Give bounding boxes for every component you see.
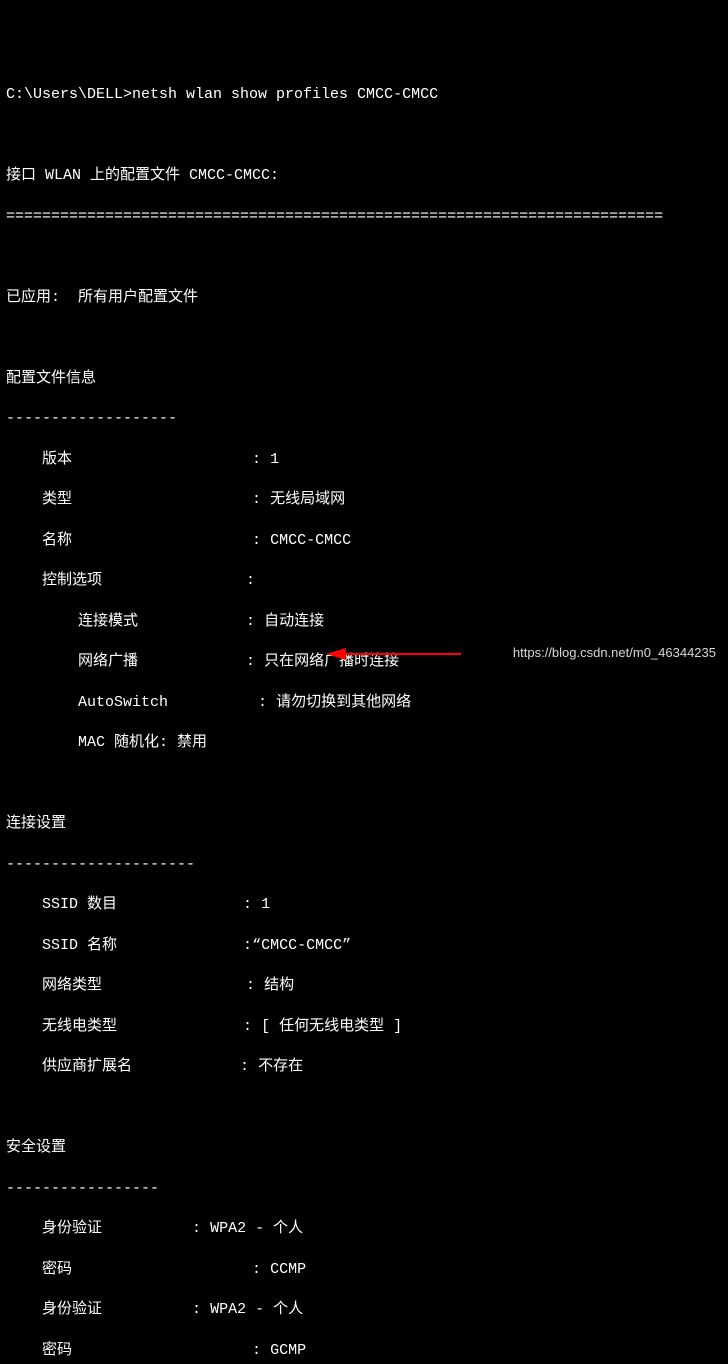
ssid-name-value: “CMCC-CMCC”: [252, 937, 351, 954]
conn-mode-label: 连接模式: [78, 613, 138, 630]
command-prompt: C:\Users\DELL>netsh wlan show profiles C…: [6, 85, 722, 105]
version-label: 版本: [42, 451, 72, 468]
security-title: 安全设置: [6, 1138, 722, 1158]
conn-settings-title: 连接设置: [6, 814, 722, 834]
radio-row: 无线电类型 : [ 任何无线电类型 ]: [6, 1017, 722, 1037]
type-label: 类型: [42, 491, 72, 508]
blank-line: [6, 1098, 722, 1118]
security-dash: -----------------: [6, 1179, 722, 1199]
mac-row: MAC 随机化: 禁用: [6, 733, 722, 753]
auth2-value: WPA2 - 个人: [210, 1301, 303, 1318]
vendor-value: 不存在: [258, 1058, 303, 1075]
ctrl-row: 控制选项 :: [6, 571, 722, 591]
vendor-label: 供应商扩展名: [42, 1058, 132, 1075]
ssid-count-row: SSID 数目 : 1: [6, 895, 722, 915]
radio-label: 无线电类型: [42, 1018, 117, 1035]
ssid-count-label: SSID 数目: [42, 896, 117, 913]
cipher2-label: 密码: [42, 1342, 72, 1359]
blank-line: [6, 774, 722, 794]
blank-line: [6, 126, 722, 146]
blank-line: [6, 247, 722, 267]
cipher2-row: 密码 : GCMP: [6, 1341, 722, 1361]
ssid-name-label: SSID 名称: [42, 937, 117, 954]
arrow-icon: [326, 644, 466, 664]
version-value: 1: [270, 451, 279, 468]
cipher1-value: CCMP: [270, 1261, 306, 1278]
autoswitch-value: 请勿切换到其他网络: [276, 694, 411, 711]
cipher2-value: GCMP: [270, 1342, 306, 1359]
cipher1-row: 密码 : CCMP: [6, 1260, 722, 1280]
autoswitch-row: AutoSwitch : 请勿切换到其他网络: [6, 693, 722, 713]
ssid-count-value: 1: [261, 896, 270, 913]
vendor-row: 供应商扩展名 : 不存在: [6, 1057, 722, 1077]
ssid-name-row: SSID 名称 :“CMCC-CMCC”: [6, 936, 722, 956]
cipher1-label: 密码: [42, 1261, 72, 1278]
ctrl-label: 控制选项: [42, 572, 102, 589]
auth1-row: 身份验证 : WPA2 - 个人: [6, 1219, 722, 1239]
name-label: 名称: [42, 532, 72, 549]
type-value: 无线局域网: [270, 491, 345, 508]
conn-settings-dash: ---------------------: [6, 855, 722, 875]
type-row: 类型 : 无线局域网: [6, 490, 722, 510]
applied-label: 已应用: 所有用户配置文件: [6, 288, 722, 308]
profile-info-title: 配置文件信息: [6, 369, 722, 389]
conn-mode-value: 自动连接: [264, 613, 324, 630]
auth1-value: WPA2 - 个人: [210, 1220, 303, 1237]
autoswitch-label: AutoSwitch: [78, 694, 168, 711]
auth1-label: 身份验证: [42, 1220, 102, 1237]
auth2-label: 身份验证: [42, 1301, 102, 1318]
broadcast-label: 网络广播: [78, 653, 138, 670]
interface-header: 接口 WLAN 上的配置文件 CMCC-CMCC:: [6, 166, 722, 186]
net-type-label: 网络类型: [42, 977, 102, 994]
auth2-row: 身份验证 : WPA2 - 个人: [6, 1300, 722, 1320]
divider-line: ========================================…: [6, 207, 722, 227]
name-value: CMCC-CMCC: [270, 532, 351, 549]
name-row: 名称 : CMCC-CMCC: [6, 531, 722, 551]
watermark-text: https://blog.csdn.net/m0_46344235: [513, 644, 716, 662]
version-row: 版本 : 1: [6, 450, 722, 470]
net-type-value: 结构: [264, 977, 294, 994]
conn-mode-row: 连接模式 : 自动连接: [6, 612, 722, 632]
blank-line: [6, 328, 722, 348]
profile-info-dash: -------------------: [6, 409, 722, 429]
net-type-row: 网络类型 : 结构: [6, 976, 722, 996]
mac-label: MAC 随机化: 禁用: [78, 734, 207, 751]
radio-value: [ 任何无线电类型 ]: [261, 1018, 402, 1035]
